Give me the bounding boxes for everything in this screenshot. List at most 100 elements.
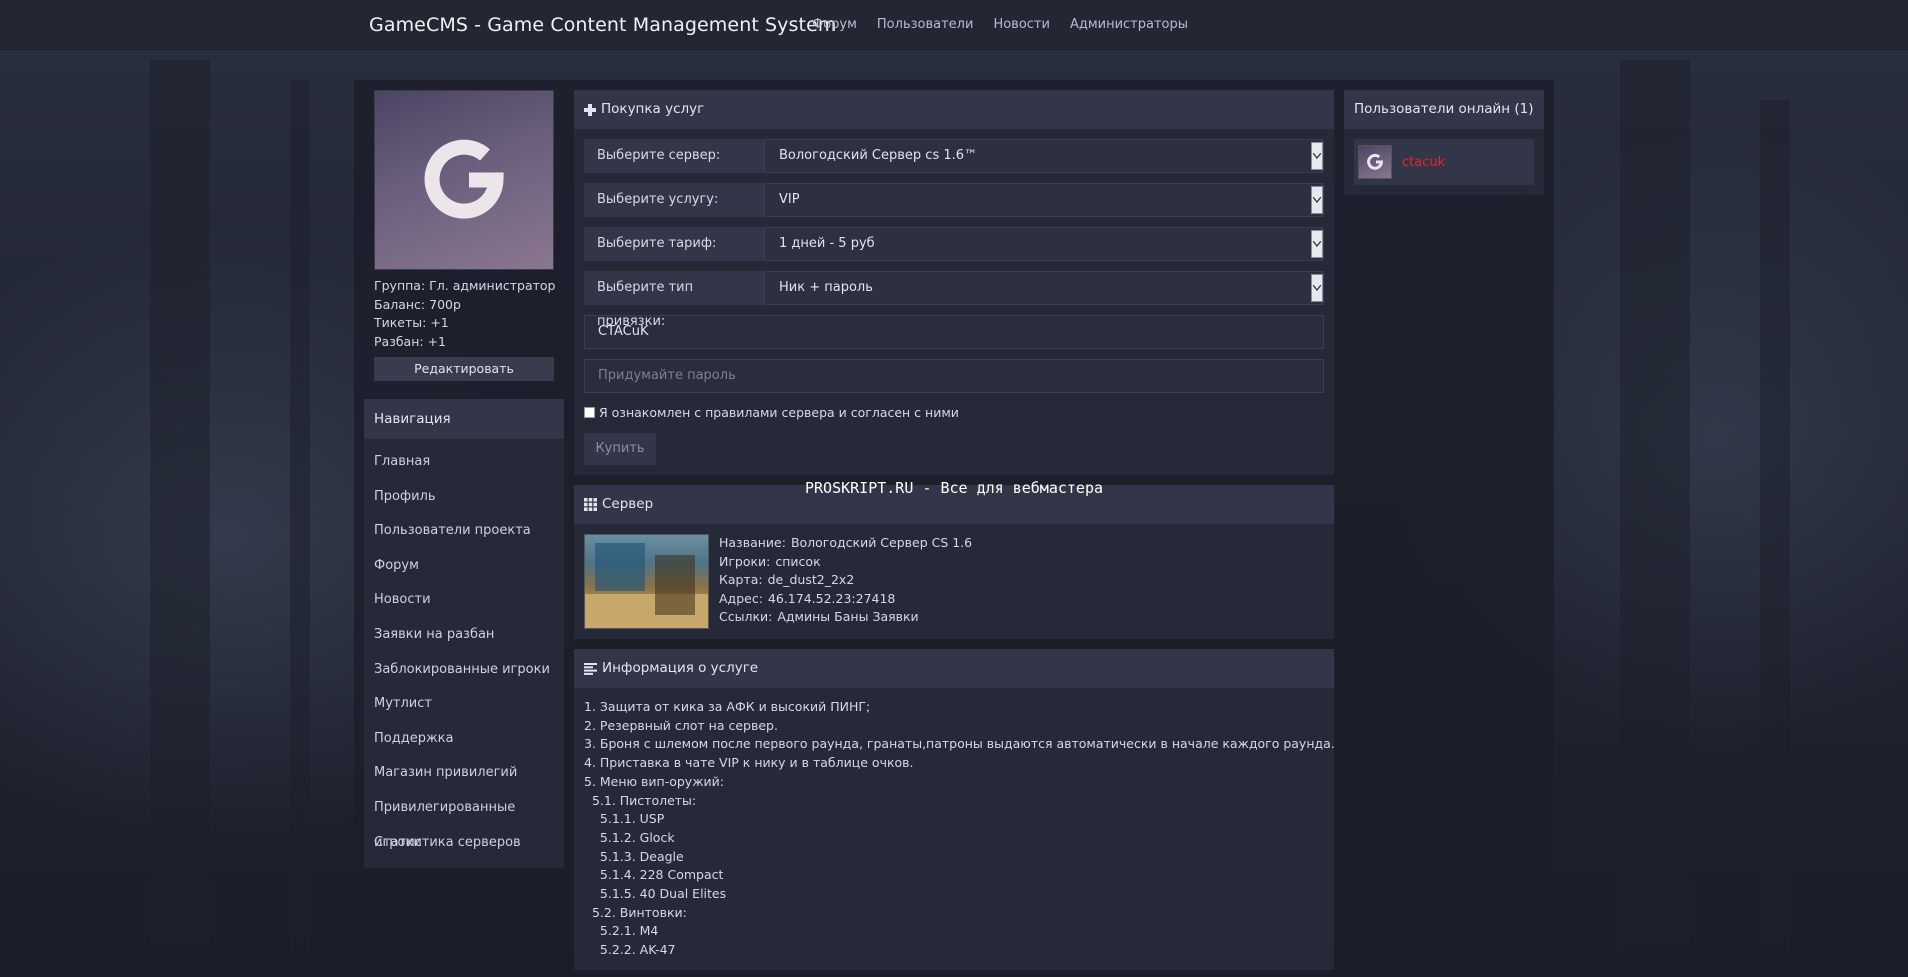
- chevron-down-icon[interactable]: [1311, 186, 1323, 214]
- grid-icon: [584, 498, 597, 511]
- description-line: 5.2.1. M4: [584, 923, 659, 939]
- online-user-name[interactable]: ctacuk: [1402, 155, 1445, 170]
- server-name: Вологодский Сервер CS 1.6: [790, 535, 973, 550]
- chevron-down-icon[interactable]: [1311, 230, 1323, 258]
- agree-row: Я ознакомлен с правилами сервера и согла…: [584, 403, 1324, 421]
- nav-link-admins[interactable]: Администраторы: [1070, 17, 1188, 32]
- description-line: 5.1.2. Glock: [584, 829, 675, 845]
- chevron-down-icon[interactable]: [1311, 274, 1323, 302]
- sidebar-item-privilege-shop[interactable]: Магазин привилегий: [364, 756, 564, 791]
- watermark-text: PROSKRIPT.RU - Все для вебмастера: [804, 479, 1103, 497]
- tariff-select-value: 1 дней - 5 руб: [779, 236, 875, 251]
- description-line: 2. Резервный слот на сервер.: [584, 717, 778, 733]
- edit-profile-button[interactable]: Редактировать: [374, 357, 554, 381]
- avatar[interactable]: [374, 90, 554, 270]
- server-address-key: Адрес:: [719, 590, 763, 606]
- avatar[interactable]: [1358, 145, 1392, 179]
- server-links-key: Ссылки:: [719, 609, 773, 624]
- password-input[interactable]: Придумайте пароль: [584, 359, 1324, 393]
- server-players-key: Игроки:: [719, 553, 771, 569]
- tariff-select[interactable]: 1 дней - 5 руб: [764, 227, 1324, 261]
- requests-link[interactable]: Заявки: [872, 609, 918, 624]
- binding-select[interactable]: Ник + пароль: [764, 271, 1324, 305]
- plus-icon: [584, 103, 596, 116]
- sidebar-item-support[interactable]: Поддержка: [364, 722, 564, 757]
- online-user-item[interactable]: ctacuk: [1354, 139, 1534, 185]
- service-info-title: Информация о услуге: [602, 660, 759, 676]
- service-description: 1. Защита от кика за АФК и высокий ПИНГ;…: [574, 688, 1335, 970]
- purchase-panel-title: Покупка услуг: [601, 101, 705, 117]
- user-group: Группа: Гл. администратор: [374, 278, 556, 293]
- sidebar-item-forum[interactable]: Форум: [364, 549, 564, 584]
- description-line: 3. Броня с шлемом после первого раунда, …: [584, 736, 1335, 752]
- binding-select-value: Ник + пароль: [779, 280, 873, 295]
- sidebar-item-unban-requests[interactable]: Заявки на разбан: [364, 618, 564, 653]
- purchase-form: Выберите сервер: Вологодский Сервер cs 1…: [574, 129, 1334, 475]
- user-info: Группа: Гл. администратор Баланс: 700р Т…: [374, 277, 564, 351]
- user-unban: Разбан: +1: [374, 333, 446, 349]
- server-panel: Сервер Название: Вологодский Сервер CS 1.…: [574, 485, 1334, 639]
- description-line: 5.1. Пистолеты:: [584, 792, 697, 808]
- chevron-down-icon[interactable]: [1311, 142, 1323, 170]
- user-balance: Баланс: 700р: [374, 296, 461, 312]
- sidebar-item-news[interactable]: Новости: [364, 583, 564, 618]
- sidebar-item-project-users[interactable]: Пользователи проекта: [364, 514, 564, 549]
- right-sidebar: Пользователи онлайн (1) ctacuk: [1344, 90, 1544, 195]
- sidebar-item-home[interactable]: Главная: [364, 445, 564, 480]
- server-details: Название: Вологодский Сервер CS 1.6 Игрок…: [574, 524, 1334, 639]
- description-line: 5.1.1. USP: [584, 811, 665, 827]
- server-name-key: Название:: [719, 535, 786, 550]
- description-line: 5. Меню вип-оружий:: [584, 773, 724, 789]
- purchase-panel: Покупка услуг Выберите сервер: Вологодск…: [574, 90, 1334, 475]
- description-line: 5.2.2. AK-47: [584, 942, 676, 958]
- description-line: 5.1.5. 40 Dual Elites: [584, 886, 727, 902]
- server-map-key: Карта:: [719, 572, 763, 587]
- sidebar-item-server-stats[interactable]: Статистика серверов: [364, 826, 564, 861]
- top-nav-links: Форум Пользователи Новости Администратор…: [812, 17, 1188, 32]
- gamecms-logo-icon: [424, 139, 504, 219]
- server-select-label: Выберите сервер:: [584, 139, 764, 173]
- user-tickets: Тикеты: +1: [374, 315, 449, 330]
- nav-link-users[interactable]: Пользователи: [877, 17, 974, 32]
- players-list-link[interactable]: список: [775, 554, 820, 569]
- sidebar-item-banned-players[interactable]: Заблокированные игроки: [364, 653, 564, 688]
- buy-button[interactable]: Купить: [584, 433, 656, 465]
- bans-link[interactable]: Баны: [834, 609, 868, 624]
- purchase-panel-header: Покупка услуг: [574, 90, 1334, 129]
- server-select[interactable]: Вологодский Сервер cs 1.6™: [764, 139, 1324, 173]
- description-line: 4. Приставка в чате VIP к нику и в табли…: [584, 755, 914, 771]
- tariff-select-row: Выберите тариф: 1 дней - 5 руб: [584, 227, 1324, 261]
- agree-checkbox[interactable]: [584, 406, 595, 418]
- sidebar-item-profile[interactable]: Профиль: [364, 480, 564, 515]
- service-select[interactable]: VIP: [764, 183, 1324, 217]
- navigation-title: Навигация: [364, 399, 564, 439]
- service-select-label: Выберите услугу:: [584, 183, 764, 217]
- server-select-value: Вологодский Сервер cs 1.6™: [779, 148, 978, 163]
- sidebar-item-mutelist[interactable]: Мутлист: [364, 687, 564, 722]
- map-preview-image[interactable]: [584, 534, 709, 629]
- agree-label[interactable]: Я ознакомлен с правилами сервера и согла…: [599, 405, 959, 420]
- server-select-row: Выберите сервер: Вологодский Сервер cs 1…: [584, 139, 1324, 173]
- service-info-header: Информация о услуге: [574, 649, 1334, 688]
- site-brand[interactable]: GameCMS - Game Content Management System: [369, 14, 836, 36]
- main-content: Покупка услуг Выберите сервер: Вологодск…: [574, 90, 1335, 977]
- service-info-panel: Информация о услуге 1. Защита от кика за…: [574, 649, 1335, 970]
- left-sidebar: Группа: Гл. администратор Баланс: 700р Т…: [364, 90, 564, 869]
- description-line: 5.1.3. Deagle: [584, 848, 684, 864]
- gamecms-logo-icon: [1367, 153, 1383, 170]
- server-map: de_dust2_2x2: [767, 572, 855, 587]
- nav-link-forum[interactable]: Форум: [812, 17, 857, 32]
- binding-select-label: Выберите тип привязки:: [584, 271, 764, 329]
- service-select-row: Выберите услугу: VIP: [584, 183, 1324, 217]
- nickname-input[interactable]: CTACuK: [584, 315, 1324, 349]
- description-line: 5.1.4. 228 Compact: [584, 867, 724, 883]
- nav-link-news[interactable]: Новости: [993, 17, 1050, 32]
- binding-select-row: Выберите тип привязки: Ник + пароль: [584, 271, 1324, 329]
- description-line: 5.2. Винтовки:: [584, 904, 687, 920]
- top-navbar: GameCMS - Game Content Management System…: [0, 0, 1908, 50]
- service-select-value: VIP: [779, 192, 800, 207]
- admins-link[interactable]: Админы: [777, 609, 830, 624]
- align-left-icon: [584, 662, 597, 675]
- tariff-select-label: Выберите тариф:: [584, 227, 764, 261]
- sidebar-item-privileged-players[interactable]: Привилегированные игроки: [364, 791, 564, 850]
